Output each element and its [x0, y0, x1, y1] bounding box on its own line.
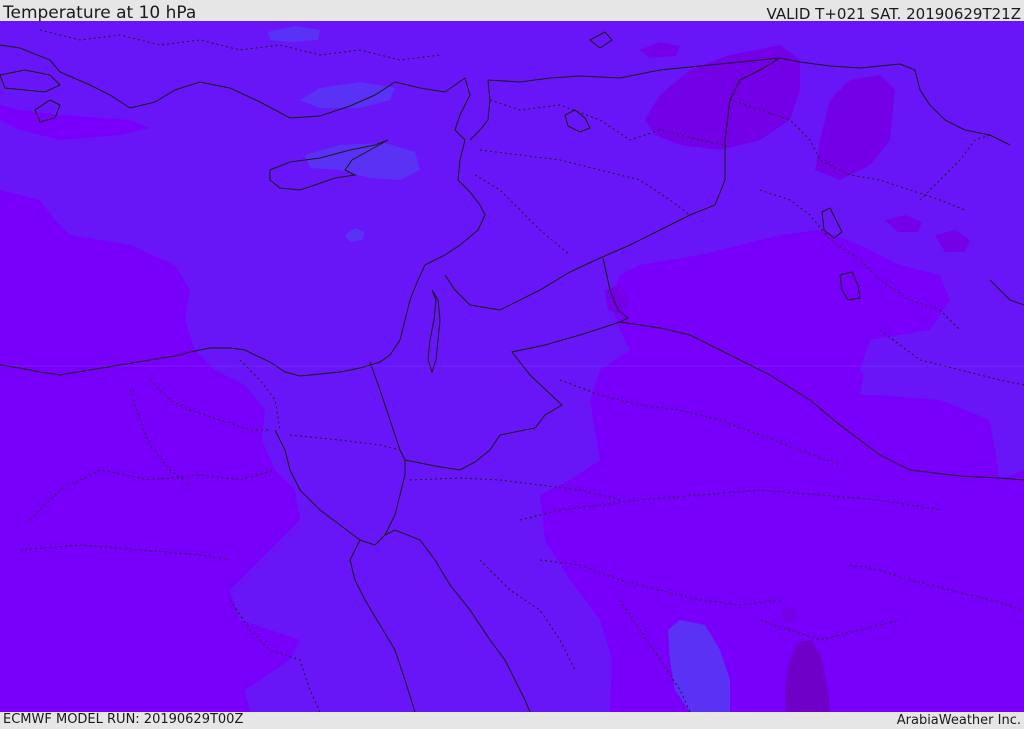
map-area[interactable] [0, 21, 1024, 712]
temperature-map[interactable] [0, 21, 1024, 712]
header-bar: Temperature at 10 hPa VALID T+021 SAT. 2… [0, 0, 1024, 23]
footer-bar: ECMWF MODEL RUN: 20190629T00Z ArabiaWeat… [0, 712, 1024, 729]
map-frame: Temperature at 10 hPa VALID T+021 SAT. 2… [0, 0, 1024, 729]
credit-label: ArabiaWeather Inc. [896, 713, 1021, 728]
map-title: Temperature at 10 hPa [3, 3, 197, 23]
model-run-label: ECMWF MODEL RUN: 20190629T00Z [3, 712, 244, 727]
